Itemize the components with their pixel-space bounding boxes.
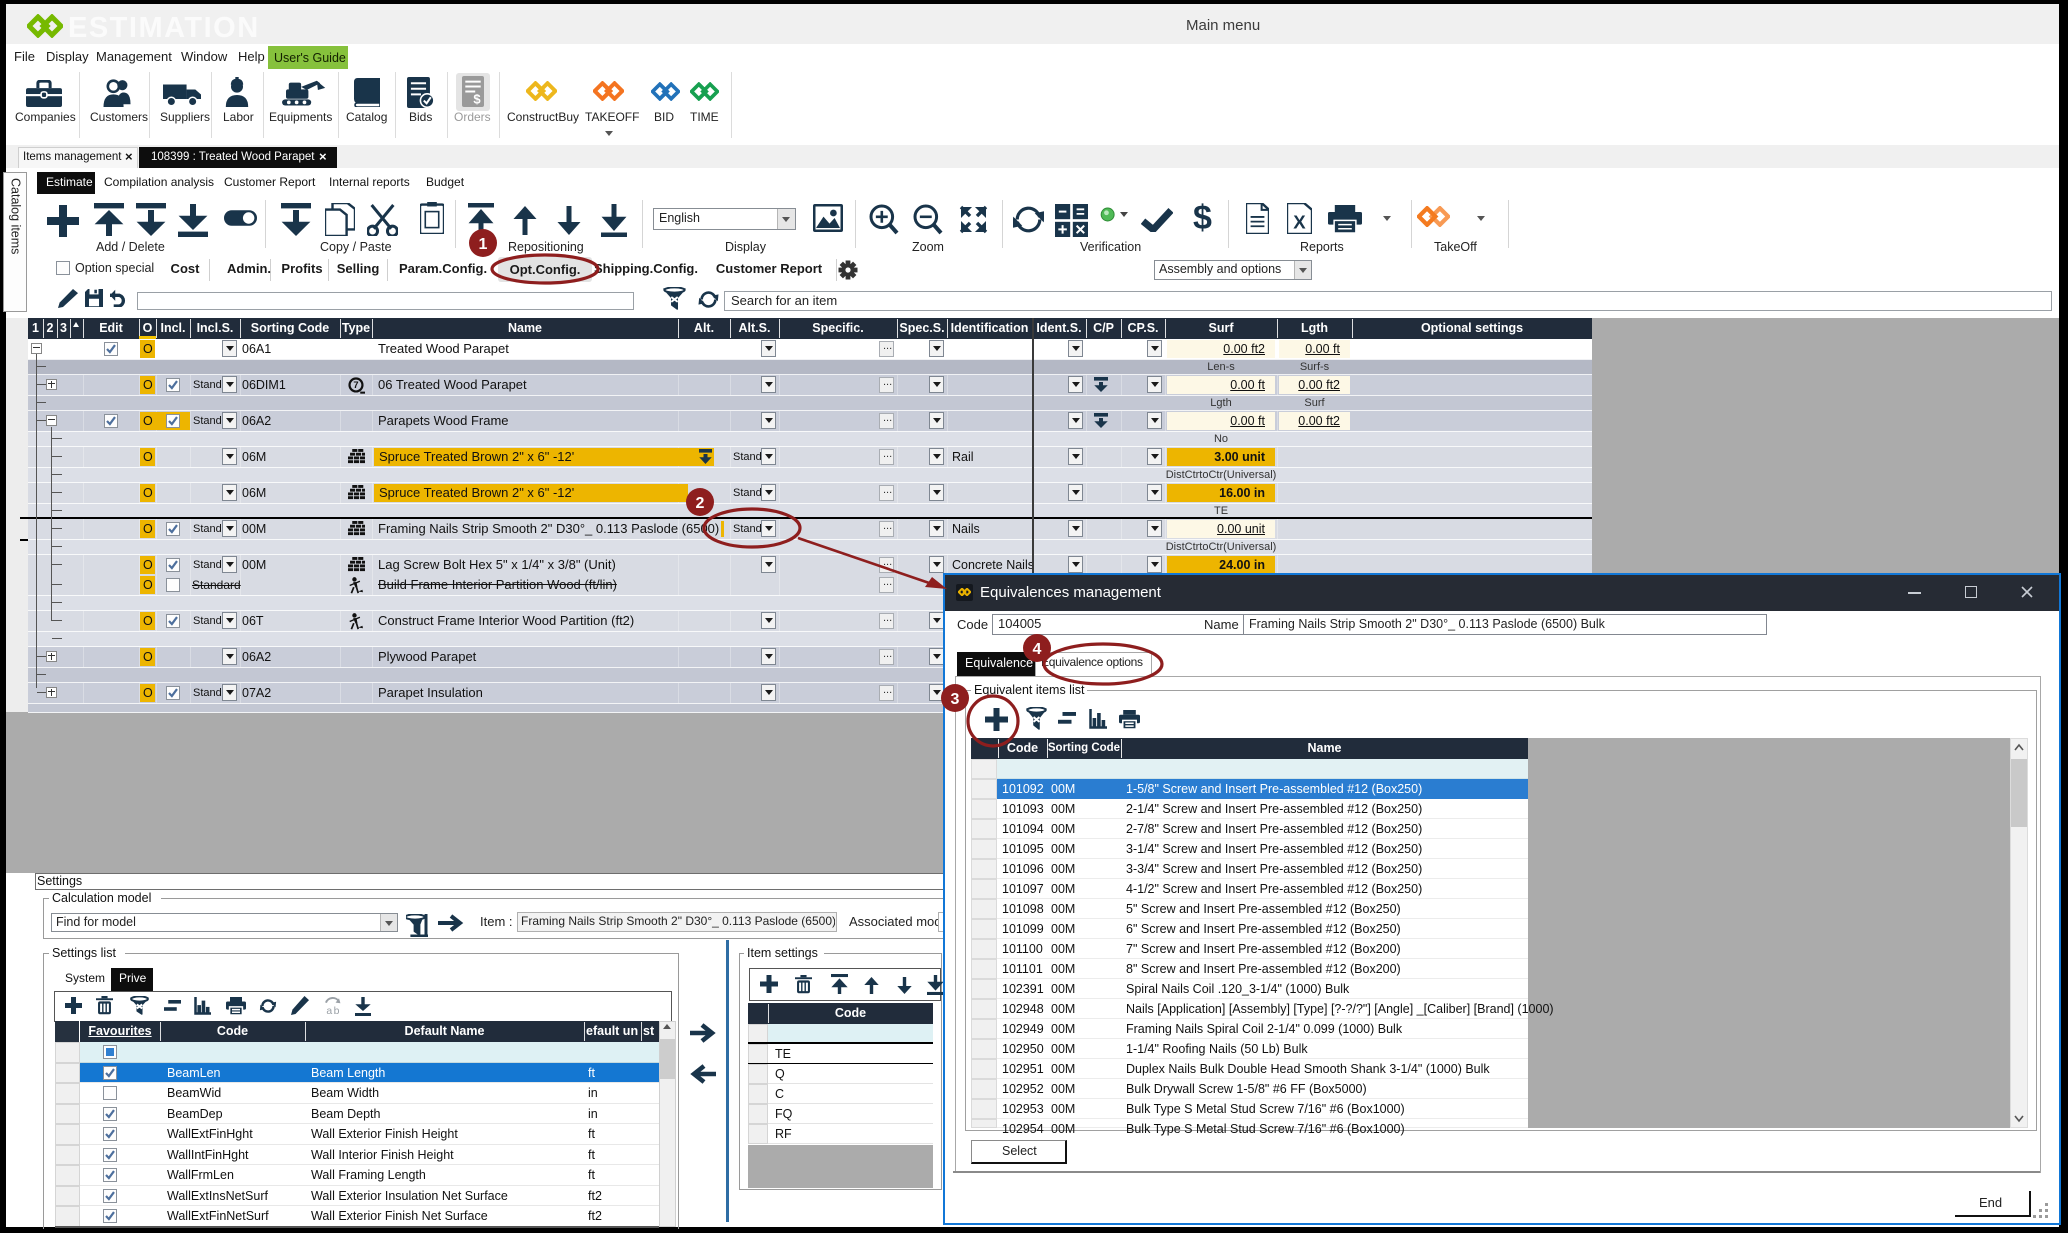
svg-text:1: 1 <box>479 236 488 253</box>
svg-text:3: 3 <box>951 691 960 708</box>
svg-text:4: 4 <box>1033 641 1042 658</box>
svg-text:2: 2 <box>696 495 705 512</box>
